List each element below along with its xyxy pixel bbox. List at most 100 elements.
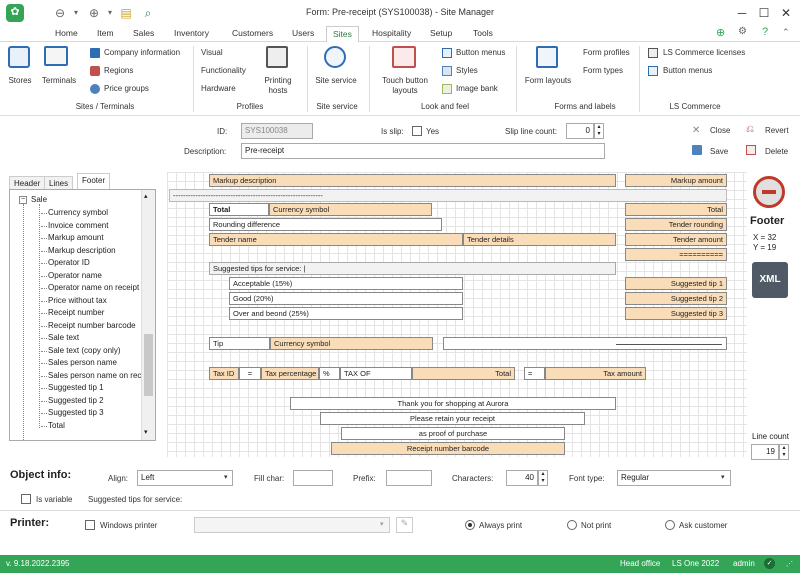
tender-amount-field[interactable]: Tender amount — [625, 233, 727, 246]
rounding-difference-label[interactable]: Rounding difference — [209, 218, 442, 231]
tree-item[interactable]: Price without tax — [48, 296, 107, 305]
characters-field[interactable]: 40 — [506, 470, 538, 486]
suggested-tip-1-field[interactable]: Suggested tip 1 — [625, 277, 727, 290]
tab-header[interactable]: Header — [9, 176, 46, 190]
font-type-dropdown-icon[interactable]: ▾ — [721, 473, 725, 481]
tab-lines[interactable]: Lines — [44, 176, 74, 190]
scroll-down-icon[interactable]: ▾ — [144, 428, 148, 436]
hardware-button[interactable]: Hardware — [201, 84, 236, 94]
tip-blank-line[interactable] — [443, 337, 727, 350]
close-icon[interactable]: ✕ — [692, 125, 700, 136]
suggested-tips-text[interactable]: Suggested tips for service: | — [209, 262, 616, 275]
tree-item[interactable]: Sales person name — [48, 358, 117, 367]
description-field[interactable]: Pre-receipt — [241, 143, 605, 159]
add-icon[interactable]: ⊕ — [716, 26, 725, 39]
save-button[interactable]: Save — [710, 147, 728, 156]
equals-sign-1[interactable]: = — [239, 367, 261, 380]
company-information-button[interactable]: Company information — [104, 48, 180, 58]
tree-item[interactable]: Sale text — [48, 333, 79, 342]
prefix-field[interactable] — [386, 470, 432, 486]
tip-label[interactable]: Tip — [209, 337, 270, 350]
is-slip-checkbox[interactable] — [412, 126, 422, 136]
slip-line-count-spinner[interactable]: ▴ ▾ — [594, 123, 604, 139]
line-count-spinner[interactable]: ▴ ▾ — [779, 444, 789, 460]
scroll-up-icon[interactable]: ▴ — [144, 192, 148, 200]
font-type-select[interactable]: Regular — [617, 470, 731, 486]
terminal-icon[interactable] — [44, 46, 68, 66]
tree-scrollbar[interactable]: ▴ ▾ — [141, 190, 155, 440]
receipt-barcode-field[interactable]: Receipt number barcode — [331, 442, 565, 455]
acceptable-text[interactable]: Acceptable (15%) — [229, 277, 463, 290]
zoom-out-icon[interactable] — [753, 176, 785, 208]
printer-icon[interactable] — [266, 46, 288, 68]
help-icon[interactable]: ? — [762, 26, 768, 38]
revert-icon[interactable]: ⎌ — [746, 124, 754, 135]
xml-button[interactable]: XML — [752, 262, 788, 298]
visual-button[interactable]: Visual — [201, 48, 223, 58]
image-bank-button[interactable]: Image bank — [456, 84, 498, 94]
collapse-icon[interactable]: − — [19, 196, 27, 204]
suggested-tip-2-field[interactable]: Suggested tip 2 — [625, 292, 727, 305]
form-profiles-button[interactable]: Form profiles — [583, 48, 630, 58]
tax-amount-field[interactable]: Tax amount — [545, 367, 646, 380]
not-print-radio[interactable] — [567, 520, 577, 530]
tree-item[interactable]: Sale text (copy only) — [48, 346, 120, 355]
tree-root[interactable]: Sale — [31, 195, 47, 204]
over-and-beyond-text[interactable]: Over and beond (25%) — [229, 307, 463, 320]
tree-item[interactable]: Receipt number — [48, 308, 104, 317]
maximize-button[interactable]: ☐ — [754, 4, 774, 22]
slip-line-count-field[interactable]: 0 — [566, 123, 594, 139]
characters-spinner[interactable]: ▴ ▾ — [538, 470, 548, 486]
store-icon[interactable] — [8, 46, 30, 68]
site-service-icon[interactable] — [324, 46, 346, 68]
tip-currency-field[interactable]: Currency symbol — [270, 337, 433, 350]
proof-of-purchase-text[interactable]: as proof of purchase — [341, 427, 565, 440]
touch-layout-icon[interactable] — [392, 46, 416, 68]
revert-button[interactable]: Revert — [765, 126, 789, 135]
tab-tools[interactable]: Tools — [473, 28, 493, 38]
ask-customer-radio[interactable] — [665, 520, 675, 530]
markup-amount-field[interactable]: Markup amount — [625, 174, 727, 187]
ls-button-menus-button[interactable]: Button menus — [663, 66, 712, 76]
tender-details-field[interactable]: Tender details — [463, 233, 616, 246]
markup-description-field[interactable]: Markup description — [209, 174, 616, 187]
is-variable-checkbox[interactable] — [21, 494, 31, 504]
tax-id-field[interactable]: Tax ID — [209, 367, 239, 380]
tree-item[interactable]: Sales person name on receipt — [48, 371, 154, 380]
form-layouts-button[interactable]: Form layouts — [522, 76, 574, 86]
retain-receipt-text[interactable]: Please retain your receipt — [320, 412, 585, 425]
align-select[interactable]: Left — [137, 470, 233, 486]
delete-button[interactable]: Delete — [765, 147, 788, 156]
tax-of-text[interactable]: TAX OF — [340, 367, 412, 380]
stores-button[interactable]: Stores — [4, 76, 36, 86]
tab-hospitality[interactable]: Hospitality — [372, 28, 411, 38]
tax-total-field[interactable]: Total — [412, 367, 515, 380]
tree-item[interactable]: Invoice comment — [48, 221, 108, 230]
form-designer-grid[interactable]: Markup description Markup amount -------… — [167, 172, 747, 457]
settings-icon[interactable]: ⚙ — [738, 26, 747, 37]
tree-item[interactable]: Suggested tip 3 — [48, 408, 104, 417]
tab-sales[interactable]: Sales — [133, 28, 154, 38]
dashes-line[interactable]: ----------------------------------------… — [169, 189, 727, 202]
fill-char-field[interactable] — [293, 470, 333, 486]
windows-printer-checkbox[interactable] — [85, 520, 95, 530]
close-button[interactable]: Close — [710, 126, 730, 135]
tab-item[interactable]: Item — [97, 28, 114, 38]
equals-line[interactable]: ========== — [625, 248, 727, 261]
line-count-field[interactable]: 19 — [751, 444, 779, 460]
tab-sites[interactable]: Sites — [326, 26, 359, 43]
form-types-button[interactable]: Form types — [583, 66, 623, 76]
tree-item[interactable]: Markup description — [48, 246, 116, 255]
tree-item[interactable]: Markup amount — [48, 233, 104, 242]
button-menus-button[interactable]: Button menus — [456, 48, 505, 58]
regions-button[interactable]: Regions — [104, 66, 133, 76]
equals-sign-2[interactable]: = — [524, 367, 545, 380]
functionality-button[interactable]: Functionality — [201, 66, 246, 76]
align-dropdown-icon[interactable]: ▾ — [224, 473, 228, 481]
suggested-tip-3-field[interactable]: Suggested tip 3 — [625, 307, 727, 320]
collapse-ribbon-icon[interactable]: ⌃ — [782, 27, 790, 38]
tree-item[interactable]: Suggested tip 1 — [48, 383, 104, 392]
styles-button[interactable]: Styles — [456, 66, 478, 76]
site-service-button[interactable]: Site service — [310, 76, 362, 86]
tax-percentage-field[interactable]: Tax percentage — [261, 367, 319, 380]
